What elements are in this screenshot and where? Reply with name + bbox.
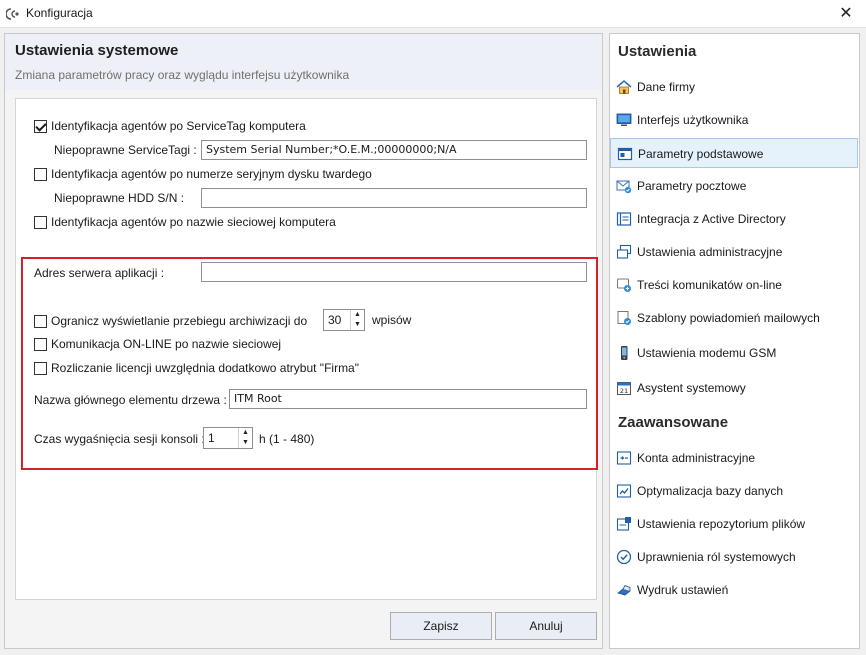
limit-archive-checkbox-label: Ogranicz wyświetlanie przebiegu archiwiz…	[51, 314, 308, 328]
network-name-checkbox-label: Identyfikacja agentów po nazwie sieciowe…	[51, 215, 336, 229]
spin-up-icon[interactable]: ▲	[239, 428, 252, 438]
close-window-button[interactable]: ✕	[826, 0, 866, 28]
cancel-button[interactable]: Anuluj	[495, 612, 597, 640]
nav-item-label: Ustawienia repozytorium plików	[637, 517, 806, 531]
invalid-hdd-label: Niepoprawne HDD S/N :	[54, 191, 185, 205]
nav-item-label: Interfejs użytkownika	[637, 113, 749, 127]
archive-entries-stepper[interactable]: 30 ▲ ▼	[323, 309, 365, 331]
windows-icon	[616, 244, 632, 259]
nav-item-label: Wydruk ustawień	[637, 583, 729, 597]
directory-icon	[616, 212, 632, 226]
settings-navigation: Ustawienia Dane firmy Interfejs użytkown…	[609, 33, 860, 649]
archive-entries-arrows[interactable]: ▲ ▼	[350, 310, 364, 330]
license-firma-checkbox[interactable]: Rozliczanie licencji uwzględnia dodatkow…	[34, 361, 359, 375]
nav-item-print-settings[interactable]: Wydruk ustawień	[610, 575, 858, 605]
nav-item-label: Parametry pocztowe	[637, 179, 747, 193]
message-icon	[617, 278, 631, 292]
monitor-icon	[616, 113, 632, 126]
nav-item-label: Treści komunikatów on-line	[637, 278, 782, 292]
app-logo-icon	[6, 8, 19, 20]
tree-root-label: Nazwa głównego elementu drzewa :	[34, 393, 227, 407]
svg-text:21: 21	[620, 387, 628, 395]
nav-item-label: Szablony powiadomień mailowych	[637, 311, 820, 325]
nav-item-admin-settings[interactable]: Ustawienia administracyjne	[610, 237, 858, 267]
session-timeout-label: Czas wygaśnięcia sesji konsoli :	[34, 432, 205, 446]
archive-entries-unit: wpisów	[372, 313, 412, 327]
nav-item-online-messages[interactable]: Treści komunikatów on-line	[610, 270, 858, 300]
session-timeout-stepper[interactable]: 1 ▲ ▼	[203, 427, 253, 449]
home-icon	[616, 79, 632, 94]
hdd-serial-checkbox[interactable]: Identyfikacja agentów po numerze seryjny…	[34, 167, 372, 181]
nav-item-label: Optymalizacja bazy danych	[637, 484, 784, 498]
limit-archive-checkbox[interactable]: Ogranicz wyświetlanie przebiegu archiwiz…	[34, 314, 307, 328]
save-button[interactable]: Zapisz	[390, 612, 492, 640]
nav-item-system-roles[interactable]: Uprawnienia ról systemowych	[610, 542, 858, 572]
nav-item-label: Dane firmy	[637, 80, 696, 94]
spin-up-icon[interactable]: ▲	[351, 310, 364, 320]
page-subtitle: Zmiana parametrów pracy oraz wyglądu int…	[15, 68, 350, 82]
online-comm-checkbox[interactable]: Komunikacja ON-LINE po nazwie sieciowej	[34, 337, 281, 351]
tree-root-input[interactable]: ITM Root	[229, 389, 587, 409]
nav-item-active-directory[interactable]: Integracja z Active Directory	[610, 204, 858, 234]
invalid-servicetags-label: Niepoprawne ServiceTagi :	[54, 143, 197, 157]
hdd-serial-checkbox-label: Identyfikacja agentów po numerze seryjny…	[51, 167, 372, 181]
limit-archive-checkbox-box[interactable]	[34, 314, 47, 328]
session-timeout-value[interactable]: 1	[204, 428, 238, 448]
servicetag-checkbox-box[interactable]	[34, 119, 47, 133]
nav-item-label: Integracja z Active Directory	[637, 212, 786, 226]
print-icon	[617, 584, 631, 596]
license-firma-checkbox-label: Rozliczanie licencji uwzględnia dodatkow…	[51, 361, 359, 375]
admin-accounts-icon	[616, 451, 632, 465]
nav-item-gsm-modem[interactable]: Ustawienia modemu GSM	[610, 338, 858, 368]
nav-item-label: Konta administracyjne	[637, 451, 756, 465]
system-settings-panel: Ustawienia systemowe Zmiana parametrów p…	[4, 33, 603, 649]
online-comm-checkbox-label: Komunikacja ON-LINE po nazwie sieciowej	[51, 337, 282, 351]
license-firma-checkbox-box[interactable]	[34, 361, 47, 375]
nav-item-mail-templates[interactable]: Szablony powiadomień mailowych	[610, 303, 858, 333]
nav-item-label: Ustawienia administracyjne	[637, 245, 783, 259]
settings-form: Identyfikacja agentów po ServiceTag komp…	[15, 98, 598, 600]
servicetag-checkbox-label: Identyfikacja agentów po ServiceTag komp…	[51, 119, 306, 133]
panel-header: Ustawienia systemowe Zmiana parametrów p…	[5, 34, 602, 90]
window-icon	[617, 147, 633, 161]
nav-item-label: Uprawnienia ról systemowych	[637, 550, 796, 564]
servicetag-checkbox[interactable]: Identyfikacja agentów po ServiceTag komp…	[34, 119, 306, 133]
hdd-serial-checkbox-box[interactable]	[34, 167, 47, 181]
nav-item-file-repository[interactable]: Ustawienia repozytorium plików	[610, 509, 858, 539]
spin-down-icon[interactable]: ▼	[351, 320, 364, 330]
phone-icon	[621, 346, 628, 360]
nav-section-advanced: Zaawansowane	[618, 414, 729, 431]
mail-template-icon	[617, 311, 631, 325]
nav-item-database-optimization[interactable]: Optymalizacja bazy danych	[610, 476, 858, 506]
nav-item-label: Ustawienia modemu GSM	[637, 346, 777, 360]
spin-down-icon[interactable]: ▼	[239, 438, 252, 448]
mail-check-icon	[616, 180, 632, 194]
online-comm-checkbox-box[interactable]	[34, 337, 47, 351]
nav-section-settings: Ustawienia	[618, 43, 697, 60]
window-title: Konfiguracja	[26, 6, 93, 20]
invalid-servicetags-input[interactable]: System Serial Number;*O.E.M.;00000000;N/…	[201, 140, 587, 160]
network-name-checkbox[interactable]: Identyfikacja agentów po nazwie sieciowe…	[34, 215, 336, 229]
nav-item-admin-accounts[interactable]: Konta administracyjne	[610, 443, 858, 473]
server-address-label: Adres serwera aplikacji :	[34, 266, 165, 280]
nav-item-label: Asystent systemowy	[637, 381, 746, 395]
database-icon	[616, 484, 632, 498]
nav-item-label: Parametry podstawowe	[638, 147, 764, 161]
repository-icon	[616, 517, 631, 531]
nav-item-system-assistant[interactable]: 21 Asystent systemowy	[610, 373, 858, 403]
server-address-input[interactable]	[201, 262, 587, 282]
calendar-icon: 21	[617, 382, 631, 395]
network-name-checkbox-box[interactable]	[34, 215, 47, 229]
nav-item-mail-parameters[interactable]: Parametry pocztowe	[610, 171, 858, 201]
nav-item-company-data[interactable]: Dane firmy	[610, 72, 858, 102]
title-bar: Konfiguracja ✕	[0, 0, 866, 28]
roles-icon	[616, 549, 632, 565]
nav-item-basic-parameters[interactable]: Parametry podstawowe	[610, 138, 858, 168]
invalid-hdd-input[interactable]	[201, 188, 587, 208]
nav-item-user-interface[interactable]: Interfejs użytkownika	[610, 105, 858, 135]
session-timeout-arrows[interactable]: ▲ ▼	[238, 428, 252, 448]
page-title: Ustawienia systemowe	[15, 42, 179, 59]
archive-entries-value[interactable]: 30	[324, 310, 350, 330]
session-timeout-unit: h (1 - 480)	[259, 432, 315, 446]
